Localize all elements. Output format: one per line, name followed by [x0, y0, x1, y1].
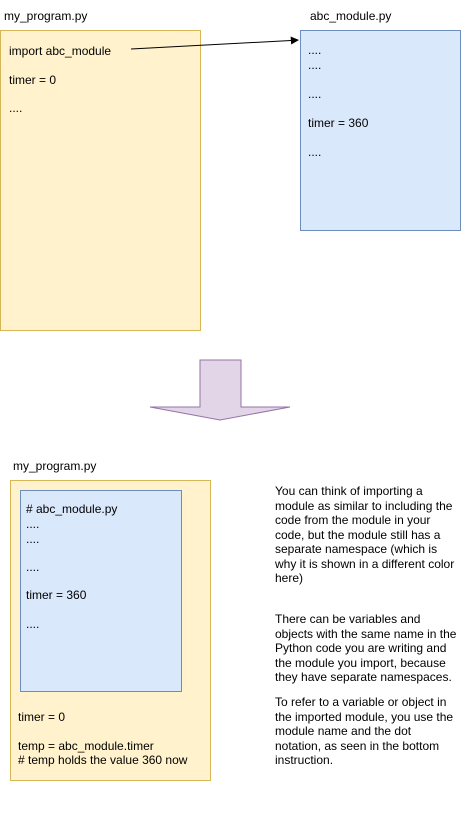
- top-module-line-3: ....: [308, 87, 322, 101]
- top-program-ellipsis-line: ....: [9, 101, 23, 115]
- top-program-file-label: my_program.py: [4, 9, 88, 23]
- embedded-module-line-5: ....: [26, 617, 40, 631]
- top-module-line-1: ....: [308, 43, 322, 57]
- bottom-program-timer-line: timer = 0: [18, 710, 66, 724]
- embedded-module-comment: # abc_module.py: [26, 502, 118, 516]
- bottom-program-box: # abc_module.py .... .... .... timer = 3…: [10, 480, 211, 781]
- bottom-program-temp-line: temp = abc_module.timer: [18, 739, 154, 753]
- explanation-note-1: You can think of importing a module as s…: [275, 484, 455, 585]
- top-program-box: import abc_module timer = 0 ....: [0, 30, 201, 331]
- top-program-import-line: import abc_module: [9, 44, 112, 58]
- top-module-line-5: ....: [308, 145, 322, 159]
- embedded-module-box: # abc_module.py .... .... .... timer = 3…: [20, 490, 182, 692]
- embedded-module-line-3: ....: [26, 560, 40, 574]
- top-module-box: .... .... .... timer = 360 ....: [300, 30, 461, 231]
- top-program-timer-line: timer = 0: [9, 73, 57, 87]
- top-module-timer-line: timer = 360: [308, 116, 369, 130]
- explanation-note-2: There can be variables and objects with …: [275, 612, 457, 684]
- bottom-program-file-label: my_program.py: [13, 459, 97, 473]
- embedded-module-line-1: ....: [26, 517, 40, 531]
- explanation-note-3: To refer to a variable or object in the …: [275, 695, 454, 767]
- top-module-file-label: abc_module.py: [310, 9, 392, 23]
- embedded-module-timer-line: timer = 360: [26, 588, 87, 602]
- embedded-module-line-2: ....: [26, 532, 40, 546]
- bottom-program-comment-line: # temp holds the value 360 now: [18, 753, 188, 767]
- top-module-line-2: ....: [308, 58, 322, 72]
- down-arrow: [149, 359, 291, 421]
